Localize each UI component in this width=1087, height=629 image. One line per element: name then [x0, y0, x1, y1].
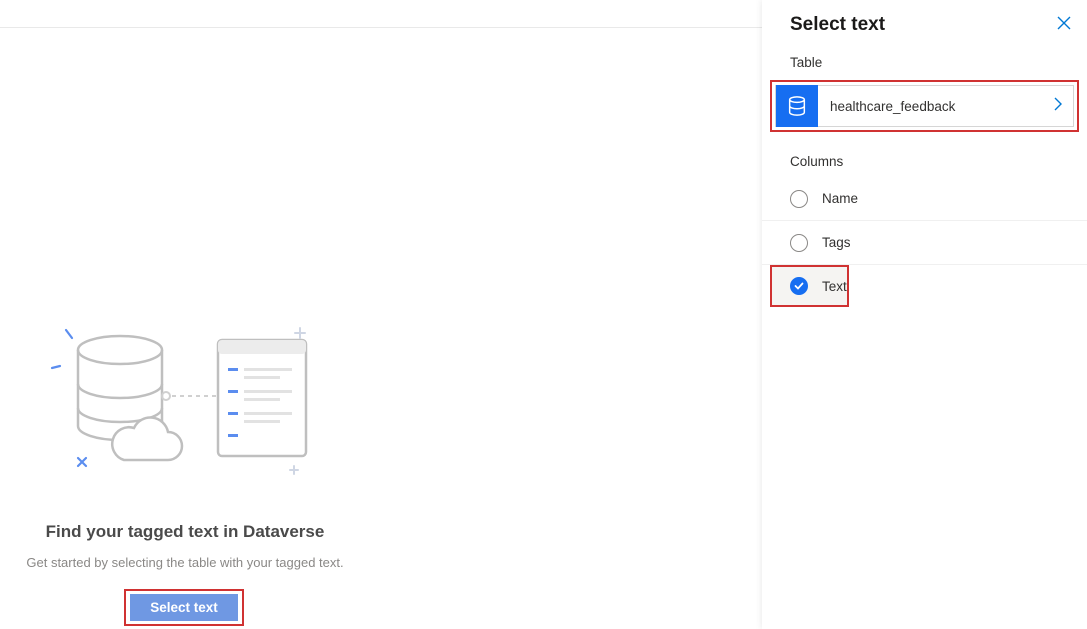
panel-header: Select text — [762, 6, 1087, 53]
select-text-button[interactable]: Select text — [130, 594, 238, 621]
table-section-label: Table — [762, 53, 1087, 80]
column-option-text[interactable]: Text — [772, 267, 847, 305]
radio-unchecked-icon — [790, 234, 808, 252]
top-bar — [0, 0, 762, 28]
main-subtext: Get started by selecting the table with … — [0, 555, 370, 570]
column-option-text-highlight: Text — [762, 265, 1087, 307]
dataverse-illustration — [48, 318, 328, 478]
columns-section-label: Columns — [762, 150, 1087, 177]
column-label: Name — [822, 191, 858, 206]
main-heading: Find your tagged text in Dataverse — [0, 522, 370, 542]
table-name: healthcare_feedback — [818, 99, 1053, 114]
select-text-panel: Select text Table healthcare_feedback — [762, 0, 1087, 629]
main-area: Find your tagged text in Dataverse Get s… — [0, 0, 762, 629]
column-label: Tags — [822, 235, 851, 250]
app-root: Find your tagged text in Dataverse Get s… — [0, 0, 1087, 629]
radio-checked-icon — [790, 277, 808, 295]
chevron-right-icon — [1053, 97, 1073, 116]
table-selector[interactable]: healthcare_feedback — [775, 85, 1074, 127]
select-text-highlight: Select text — [124, 589, 244, 626]
radio-unchecked-icon — [790, 190, 808, 208]
close-icon[interactable] — [1053, 10, 1075, 39]
table-icon — [776, 85, 818, 127]
column-option-name[interactable]: Name — [762, 177, 1087, 221]
columns-list: Name Tags Text — [762, 177, 1087, 307]
table-row-highlight: healthcare_feedback — [770, 80, 1079, 132]
panel-title: Select text — [790, 14, 885, 36]
column-option-tags[interactable]: Tags — [762, 221, 1087, 265]
column-label: Text — [822, 279, 847, 294]
